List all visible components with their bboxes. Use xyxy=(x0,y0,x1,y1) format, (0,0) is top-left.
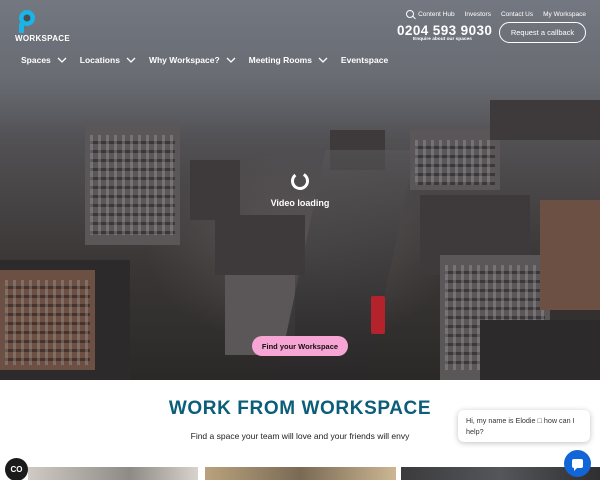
utility-nav: Content Hub Investors Contact Us My Work… xyxy=(406,10,586,18)
nav-label: Locations xyxy=(79,55,120,65)
nav-why-workspace[interactable]: Why Workspace? xyxy=(149,55,236,65)
request-callback-button[interactable]: Request a callback xyxy=(499,22,586,43)
nav-label: Meeting Rooms xyxy=(248,55,312,65)
main-nav: Spaces Locations Why Workspace? Meeting … xyxy=(21,55,388,65)
logo-wordmark[interactable]: WORKSPACE xyxy=(15,34,70,43)
space-thumbnail[interactable] xyxy=(205,467,396,480)
chat-icon xyxy=(572,459,583,471)
chat-greeting-bubble[interactable]: Hi, my name is Elodie □ how can I help? xyxy=(458,410,590,442)
nav-spaces[interactable]: Spaces xyxy=(21,55,67,65)
chat-launcher-button[interactable] xyxy=(564,450,591,477)
chevron-down-icon xyxy=(226,57,236,63)
chevron-down-icon xyxy=(57,57,67,63)
workspace-logo-icon[interactable] xyxy=(16,9,38,35)
nav-label: Spaces xyxy=(21,55,51,65)
nav-label: Eventspace xyxy=(340,55,389,65)
video-loading-text: Video loading xyxy=(270,198,330,208)
chevron-down-icon xyxy=(318,57,328,63)
phone-subtext: Enquire about our spaces xyxy=(413,37,472,42)
link-investors[interactable]: Investors xyxy=(465,11,491,18)
nav-locations[interactable]: Locations xyxy=(80,55,136,65)
cookie-settings-button[interactable]: CO xyxy=(5,458,28,480)
link-my-workspace[interactable]: My Workspace xyxy=(543,11,586,18)
phone-number[interactable]: 0204 593 9030 xyxy=(397,23,492,38)
find-your-workspace-button[interactable]: Find your Workspace xyxy=(252,336,348,356)
space-thumbnail[interactable] xyxy=(28,467,198,480)
search-icon[interactable] xyxy=(406,10,415,18)
nav-label: Why Workspace? xyxy=(148,55,220,65)
nav-eventspace[interactable]: Eventspace xyxy=(341,55,388,65)
bus xyxy=(371,296,385,334)
nav-meeting-rooms[interactable]: Meeting Rooms xyxy=(249,55,328,65)
link-contact-us[interactable]: Contact Us xyxy=(501,11,533,18)
chevron-down-icon xyxy=(126,57,136,63)
link-content-hub[interactable]: Content Hub xyxy=(418,11,455,18)
loading-spinner-icon xyxy=(291,172,309,190)
